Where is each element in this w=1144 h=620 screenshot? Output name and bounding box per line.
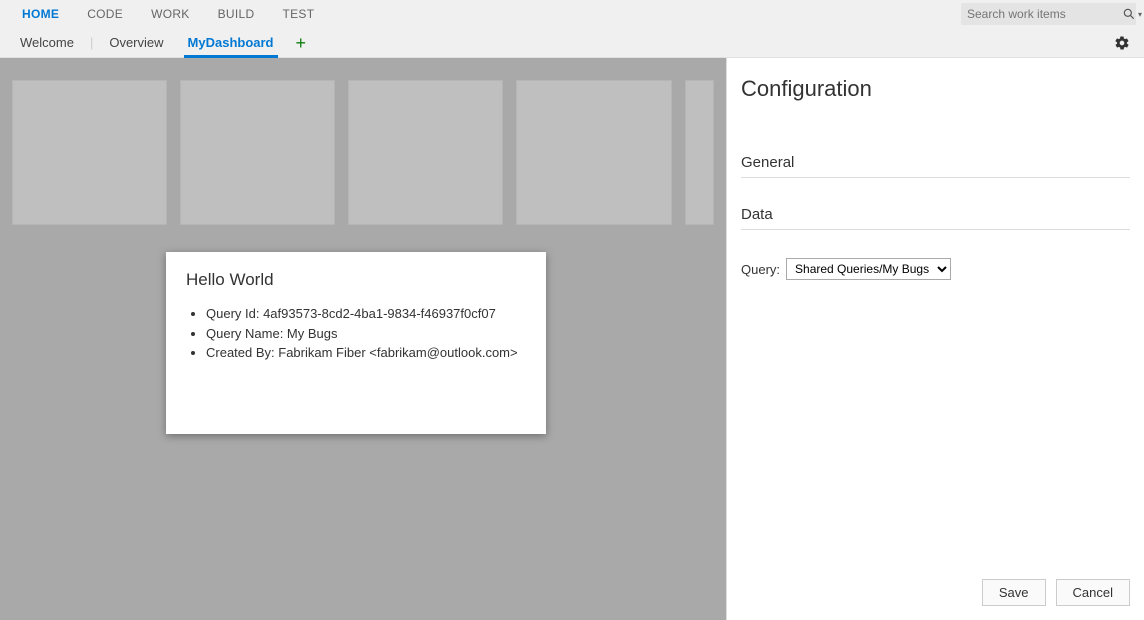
section-general[interactable]: General	[741, 154, 1130, 178]
query-row: Query: Shared Queries/My Bugs	[741, 258, 1130, 280]
dashboard-tile[interactable]	[685, 80, 714, 225]
panel-footer: Save Cancel	[982, 579, 1130, 606]
tile-row	[12, 80, 714, 225]
widget-title: Hello World	[186, 270, 526, 290]
widget-bullet-list: Query Id: 4af93573-8cd2-4ba1-9834-f46937…	[186, 304, 526, 363]
subnav-welcome[interactable]: Welcome	[8, 29, 86, 56]
dashboard-canvas: Hello World Query Id: 4af93573-8cd2-4ba1…	[0, 58, 726, 620]
add-dashboard-button[interactable]: +	[286, 34, 317, 52]
widget-bullet: Query Name: My Bugs	[206, 324, 526, 344]
query-select[interactable]: Shared Queries/My Bugs	[786, 258, 951, 280]
nav-home[interactable]: HOME	[8, 1, 73, 27]
dashboard-tile[interactable]	[180, 80, 335, 225]
content-area: Hello World Query Id: 4af93573-8cd2-4ba1…	[0, 58, 1144, 620]
subnav-mydashboard[interactable]: MyDashboard	[176, 29, 286, 56]
subnav-divider: |	[86, 35, 97, 50]
nav-build[interactable]: BUILD	[204, 1, 269, 27]
nav-work[interactable]: WORK	[137, 1, 204, 27]
sub-nav-bar: Welcome | Overview MyDashboard +	[0, 28, 1144, 58]
section-data[interactable]: Data	[741, 206, 1130, 230]
nav-code[interactable]: CODE	[73, 1, 137, 27]
config-title: Configuration	[741, 76, 1130, 102]
configuration-panel: Configuration General Data Query: Shared…	[726, 58, 1144, 620]
settings-gear-icon[interactable]	[1114, 35, 1136, 51]
search-icon[interactable]	[1122, 7, 1136, 21]
search-dropdown-caret[interactable]: ▾	[1138, 10, 1142, 19]
widget-bullet: Query Id: 4af93573-8cd2-4ba1-9834-f46937…	[206, 304, 526, 324]
top-nav-bar: HOME CODE WORK BUILD TEST ▾	[0, 0, 1144, 28]
search-box[interactable]: ▾	[961, 3, 1136, 25]
cancel-button[interactable]: Cancel	[1056, 579, 1130, 606]
subnav-overview[interactable]: Overview	[97, 29, 175, 56]
nav-test[interactable]: TEST	[268, 1, 328, 27]
search-input[interactable]	[967, 7, 1122, 21]
hello-world-widget[interactable]: Hello World Query Id: 4af93573-8cd2-4ba1…	[166, 252, 546, 434]
main-nav: HOME CODE WORK BUILD TEST	[8, 1, 328, 27]
widget-bullet: Created By: Fabrikam Fiber <fabrikam@out…	[206, 343, 526, 363]
dashboard-tile[interactable]	[516, 80, 671, 225]
dashboard-tile[interactable]	[12, 80, 167, 225]
dashboard-tile[interactable]	[348, 80, 503, 225]
save-button[interactable]: Save	[982, 579, 1046, 606]
query-label: Query:	[741, 262, 780, 277]
